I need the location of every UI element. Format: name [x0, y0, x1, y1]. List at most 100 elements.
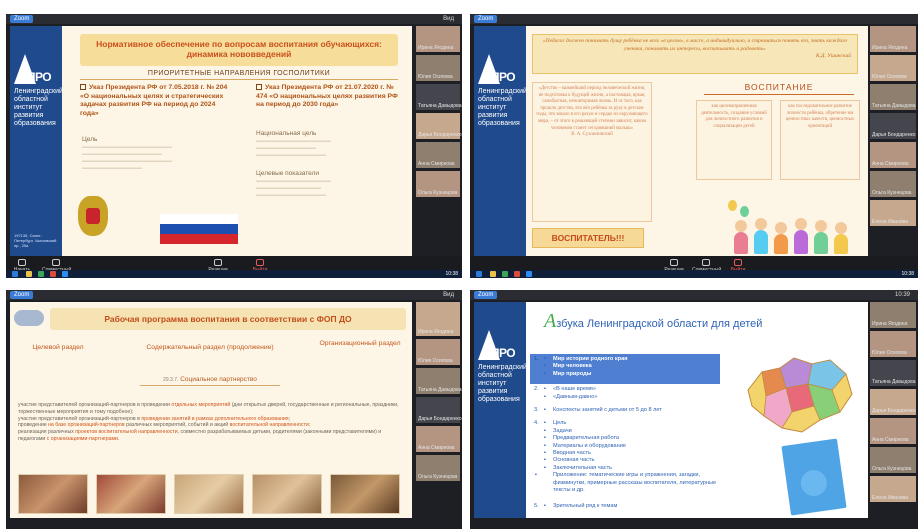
program-sections: Целевой раздел Содержательный раздел (пр…: [18, 340, 404, 362]
leningrad-region-map-icon: [747, 357, 853, 433]
zoom-tag[interactable]: Zoom: [474, 291, 498, 299]
windows-taskbar: 10:38: [6, 270, 462, 278]
photo-1: [18, 474, 88, 514]
tab-target-section[interactable]: Целевой раздел: [18, 344, 98, 352]
app-icon[interactable]: [50, 271, 56, 277]
participant-tile[interactable]: Дарья Бондаренко: [870, 113, 916, 139]
zoom-window-2: Zoom ОПРО Ленинградский областной инстит…: [470, 14, 918, 278]
participant-tile[interactable]: Татьяна Давыдова: [416, 84, 462, 110]
participant-tile[interactable]: Ольга Кузнецова: [870, 447, 916, 473]
photo-4: [252, 474, 322, 514]
participant-tile[interactable]: Анна Смирнова: [416, 426, 460, 452]
participant-tile[interactable]: Ольга Кузнецова: [416, 171, 460, 197]
goal-label: Цель: [82, 136, 98, 143]
participant-tile[interactable]: Елена Иванова: [870, 476, 916, 502]
zoom-top-bar: Zoom Вид: [6, 290, 462, 300]
participants-strip: Ирина Ягодина Юлия Осипова Татьяна Давыд…: [416, 302, 462, 484]
participants-strip: Ирина Ягодина Юлия Осипова Татьяна Давыд…: [870, 302, 916, 505]
shared-slide-4: ОПРО Ленинградский областной институт ра…: [474, 302, 868, 518]
participant-tile[interactable]: Татьяна Давыдова: [870, 360, 916, 386]
share-icon: [702, 259, 710, 266]
photo-2: [96, 474, 166, 514]
participant-tile[interactable]: Юлия Осипова: [870, 331, 916, 357]
shared-slide-1: ОПРО Ленинградский областной институт ра…: [10, 26, 412, 260]
logo-panel: ОПРО Ленинградский областной институт ра…: [474, 26, 527, 260]
participant-tile[interactable]: Ирина Ягодина: [870, 302, 916, 328]
targets-faint: ▬▬▬▬▬▬▬▬▬▬▬▬▬▬▬ ▬▬▬▬▬▬▬▬▬▬▬▬▬ ▬▬▬▬▬▬▬▬▬▬▬▬…: [256, 178, 331, 198]
start-icon[interactable]: [476, 271, 482, 277]
participant-tile[interactable]: Анна Смирнова: [416, 142, 460, 168]
zoom-window-3: Zoom Вид Рабочая программа воспитания в …: [6, 290, 462, 529]
zoom-window-4: Zoom 10:39 ОПРО Ленинградский областной …: [470, 290, 918, 529]
national-goal-label: Национальная цель: [256, 130, 317, 137]
zoom-tag[interactable]: Zoom: [474, 15, 498, 23]
logo-text: ОПРО: [482, 70, 516, 84]
logo-text: ОПРО: [482, 346, 516, 360]
leave-icon: [734, 259, 742, 266]
zoom-app-icon[interactable]: [526, 271, 532, 277]
taskbar-clock-top: 10:39: [894, 292, 910, 298]
national-goal-faint: ▬▬▬▬▬▬▬▬▬▬▬▬▬▬▬ ▬▬▬▬▬▬▬▬▬▬▬▬ ▬▬▬▬▬▬▬▬▬▬▬▬▬…: [256, 138, 331, 158]
logo-panel: ОПРО Ленинградский областной институт ра…: [474, 302, 527, 518]
photo-5: [330, 474, 400, 514]
booklet-image: [781, 438, 847, 516]
browser-icon[interactable]: [38, 271, 44, 277]
zoom-control-bar: Реакции Совместный доступ Выйти 10:38: [470, 256, 918, 278]
participant-tile[interactable]: Татьяна Давыдова: [870, 84, 916, 110]
tab-content-section[interactable]: Содержательный раздел (продолжение): [120, 344, 300, 352]
participant-tile[interactable]: Ирина Ягодина: [870, 26, 916, 52]
participant-tile[interactable]: Юлия Осипова: [870, 55, 916, 81]
zoom-window-1: Zoom Вид ОПРО Ленинградский областной ин…: [6, 14, 462, 278]
logo-address: 197136, Санкт-Петербург, Чкаловский пр.,…: [14, 233, 57, 248]
browser-icon[interactable]: [502, 271, 508, 277]
contents-list: 1. ▪ Мир истории родного края ▪ Мир человек…: [534, 356, 717, 509]
participant-tile[interactable]: Дарья Бондаренко: [416, 113, 462, 139]
logo-lines: Ленинградский областной институт развити…: [478, 364, 527, 403]
participant-tile[interactable]: Анна Смирнова: [870, 418, 916, 444]
slide-title: Азбука Ленинградской области для детей: [544, 310, 763, 332]
priorities-heading: ПРИОРИТЕТНЫЕ НАПРАВЛЕНИЯ ГОСПОЛИТИКИ: [80, 70, 398, 80]
folder-icon[interactable]: [26, 271, 32, 277]
smile-icon: [670, 259, 678, 266]
zoom-tag[interactable]: Zoom: [10, 15, 34, 23]
participant-tile[interactable]: Татьяна Давыдова: [416, 368, 462, 394]
participant-tile[interactable]: Юлия Осипова: [416, 339, 460, 365]
logo-lines: Ленинградский областной институт развити…: [478, 88, 527, 127]
participant-tile[interactable]: Дарья Бондаренко: [870, 389, 916, 415]
start-icon[interactable]: [12, 271, 18, 277]
participant-tile[interactable]: Ольга Кузнецова: [416, 455, 460, 481]
share-icon: [52, 259, 60, 266]
activity-photos: [18, 474, 406, 514]
participant-tile[interactable]: Ирина Ягодина: [416, 26, 460, 52]
logo-lines: Ленинградский областной институт развити…: [14, 88, 63, 127]
balloon-icon: [728, 200, 737, 211]
participants-strip: Ирина Ягодина Юлия Осипова Татьяна Давыд…: [416, 26, 462, 200]
participant-tile[interactable]: Ирина Ягодина: [416, 302, 460, 336]
checkbox-icon: [256, 84, 262, 90]
smile-icon: [214, 259, 222, 266]
ushinsky-quote: «Педагог должен понимать душу ребёнка не…: [532, 34, 858, 74]
section-subtitle: 29.3.7. Социальное партнерство: [140, 376, 280, 386]
app-icon[interactable]: [514, 271, 520, 277]
photo-3: [174, 474, 244, 514]
logo-panel: ОПРО Ленинградский областной институт ра…: [10, 26, 63, 260]
zoom-app-icon[interactable]: [62, 271, 68, 277]
participant-tile[interactable]: Юлия Осипова: [416, 55, 460, 81]
camera-icon: [18, 259, 26, 266]
logo-text: ОПРО: [18, 70, 52, 84]
tab-organizational-section[interactable]: Организационный раздел: [316, 340, 404, 348]
back-arrow-icon[interactable]: [14, 310, 44, 326]
balloon-icon: [740, 206, 749, 217]
participant-tile[interactable]: Дарья Бондаренко: [416, 397, 462, 423]
view-button[interactable]: Вид: [443, 291, 454, 299]
zoom-top-bar: Zoom 10:39: [470, 290, 918, 300]
taskbar-clock: 10:38: [445, 271, 458, 277]
folder-icon[interactable]: [490, 271, 496, 277]
view-button[interactable]: Вид: [443, 15, 454, 23]
russian-emblem-icon: [78, 196, 108, 236]
zoom-tag[interactable]: Zoom: [10, 291, 34, 299]
participant-tile[interactable]: Анна Смирнова: [870, 142, 916, 168]
participant-tile[interactable]: Елена Иванова: [870, 200, 916, 226]
upbringing-as-development: как последовательное развитие личности р…: [780, 100, 860, 180]
participant-tile[interactable]: Ольга Кузнецова: [870, 171, 916, 197]
